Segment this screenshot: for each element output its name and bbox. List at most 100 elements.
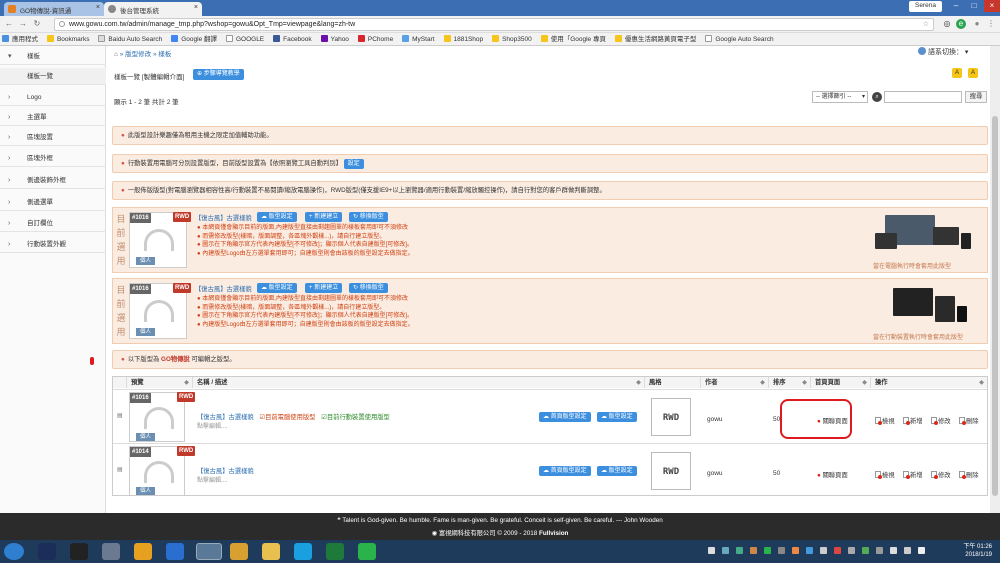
sidebar-item-logo[interactable]: › Logo [0, 89, 106, 106]
bookmark-yellow-pages[interactable]: 優惠生活網路黃頁電子型 [613, 33, 702, 45]
filter-select[interactable]: -- 選擇篩引 -- ▾ [812, 91, 868, 103]
bookmark-pchome[interactable]: PChome [356, 33, 398, 45]
sidebar-item-side-menu[interactable]: › 側邊選單 [0, 194, 106, 211]
line-icon[interactable] [358, 543, 376, 560]
excel-icon[interactable] [326, 543, 344, 560]
new-template-button[interactable]: + 新建建立 [305, 212, 343, 222]
tray-icon[interactable] [708, 547, 715, 554]
template-setting-button[interactable]: ☁ 版型設定 [257, 283, 297, 293]
sidebar-item-side-frame[interactable]: › 側邊裝飾外框 [0, 172, 106, 189]
tool-icon[interactable] [102, 543, 120, 560]
skype-icon[interactable] [294, 543, 312, 560]
template-setting-button[interactable]: ☁ 版型設定 [597, 466, 637, 476]
search-button[interactable]: 搜尋 [965, 91, 987, 103]
device-setting-button[interactable]: 設定 [343, 159, 364, 169]
tray-icon[interactable] [848, 547, 855, 554]
template-name[interactable]: 【復古風】古選樣貌 [195, 213, 252, 222]
tray-icon[interactable] [750, 547, 757, 554]
bookmark-mystart[interactable]: MyStart [400, 33, 439, 45]
ie-icon[interactable] [166, 543, 184, 560]
browser-user-badge[interactable]: Serena [909, 1, 942, 12]
col-home[interactable]: 首頁頁面 ◆ [811, 377, 871, 388]
bookmark-star-icon[interactable]: ☆ [923, 20, 929, 28]
close-tab-icon[interactable]: × [96, 4, 100, 11]
chrome-icon[interactable] [196, 543, 222, 560]
bookmark-baidu[interactable]: Baidu Auto Search [96, 33, 167, 45]
sidebar-item-block-settings[interactable]: › 區塊設置 [0, 129, 106, 146]
home-template-setting-button[interactable]: ☁ 首頁版型設定 [539, 466, 591, 476]
sidebar-item-template-list[interactable]: 樣板一覽 [0, 68, 106, 85]
col-preview[interactable]: 預覽 ◆ [127, 377, 193, 388]
url-input[interactable]: www.gowu.com.tw/admin/manage_tmp.php?wsh… [54, 18, 934, 31]
tray-icon[interactable] [764, 547, 771, 554]
tray-icon[interactable] [834, 547, 841, 554]
template-name[interactable]: 【復古風】古選樣貌 [197, 466, 254, 475]
close-window-icon[interactable]: × [984, 0, 1000, 12]
font-size-a-icon[interactable]: A [952, 68, 962, 78]
volume-icon[interactable] [918, 547, 925, 554]
col-order[interactable]: 排序 ◆ [769, 377, 811, 388]
tray-icon[interactable] [806, 547, 813, 554]
flag-icon[interactable] [904, 547, 911, 554]
template-desc[interactable]: 點擊編輯.... [197, 421, 228, 430]
bookmark-google[interactable]: GOOGLE [224, 33, 269, 45]
bookmark-yahoo[interactable]: Yahoo [319, 33, 354, 45]
delete-action[interactable]: 刪除 [959, 416, 979, 425]
terminal-icon[interactable] [70, 543, 88, 560]
profile-icon[interactable]: ● [972, 19, 982, 29]
home-page-link[interactable]: ● 關聯頁面 [817, 416, 848, 425]
forward-icon[interactable]: → [18, 19, 28, 29]
page-info-icon[interactable] [59, 21, 65, 28]
tray-icon[interactable] [876, 547, 883, 554]
switch-template-button[interactable]: ↻ 移換版型 [349, 212, 388, 222]
template-name[interactable]: 【復古風】古選樣貌 ☑目前電腦使用版型 ☑目前行動裝置使用版型 [197, 412, 390, 421]
row-checkbox[interactable]: ▤ [117, 466, 123, 473]
tray-icon[interactable] [736, 547, 743, 554]
tray-icon[interactable] [862, 547, 869, 554]
bookmark-google-auto[interactable]: Google Auto Search [703, 33, 778, 45]
template-setting-button[interactable]: ☁ 版型設定 [597, 412, 637, 422]
bookmark-facebook[interactable]: Facebook [271, 33, 317, 45]
tray-icon[interactable] [722, 547, 729, 554]
start-button-icon[interactable] [4, 543, 24, 560]
home-page-link[interactable]: ● 關聯頁面 [817, 470, 848, 479]
browser-tab-gowu[interactable]: GO物傳說-資訊通 × [4, 2, 104, 16]
view-action[interactable]: 檢視 [875, 470, 895, 479]
add-action[interactable]: 新增 [903, 416, 923, 425]
col-author[interactable]: 作者 ◆ [701, 377, 769, 388]
extension-icon[interactable]: ◎ [942, 19, 952, 29]
folder-icon[interactable] [262, 543, 280, 560]
tray-icon[interactable] [778, 547, 785, 554]
edit-action[interactable]: 修改 [931, 416, 951, 425]
bookmark-google-page[interactable]: 使用「Google 專頁 [539, 33, 611, 45]
photoshop-icon[interactable] [38, 543, 56, 560]
home-icon[interactable]: ⌂ [114, 51, 118, 58]
col-name[interactable]: 名稱 / 描述 ◆ [193, 377, 645, 388]
template-desc[interactable]: 點擊編輯.... [197, 475, 228, 484]
menu-icon[interactable]: ⋮ [986, 19, 996, 29]
template-name[interactable]: 【復古風】古選樣貌 [195, 284, 252, 293]
font-size-b-icon[interactable]: A [968, 68, 978, 78]
delete-action[interactable]: 刪除 [959, 470, 979, 479]
email-icon[interactable] [230, 543, 248, 560]
row-checkbox[interactable]: ▤ [117, 412, 123, 419]
tray-icon[interactable] [792, 547, 799, 554]
app-icon[interactable] [134, 543, 152, 560]
close-tab-icon[interactable]: × [194, 4, 198, 11]
tray-icon[interactable] [820, 547, 827, 554]
add-action[interactable]: 新增 [903, 470, 923, 479]
minimize-window-icon[interactable]: – [948, 0, 964, 12]
sidebar-item-custom-fields[interactable]: › 自訂欄位 [0, 215, 106, 232]
network-icon[interactable] [890, 547, 897, 554]
extension-e-icon[interactable]: e [956, 19, 966, 29]
bookmark-apps[interactable]: 應用程式 [0, 33, 43, 45]
search-icon[interactable]: ⌕ [872, 92, 882, 102]
lang-switch[interactable]: 語系切換： ▾ [918, 47, 968, 57]
sidebar-item-mobile-look[interactable]: › 行動裝置外觀 [0, 236, 106, 253]
bookmark-google-translate[interactable]: Google 翻譯 [169, 33, 222, 45]
sidebar-item-block-frame[interactable]: › 區塊外框 [0, 150, 106, 167]
maximize-window-icon[interactable]: □ [966, 0, 982, 12]
home-template-setting-button[interactable]: ☁ 首頁版型設定 [539, 412, 591, 422]
system-clock[interactable]: 下午 01:26 2018/1/19 [963, 543, 992, 559]
bookmark-bookmarks[interactable]: Bookmarks [45, 33, 95, 45]
